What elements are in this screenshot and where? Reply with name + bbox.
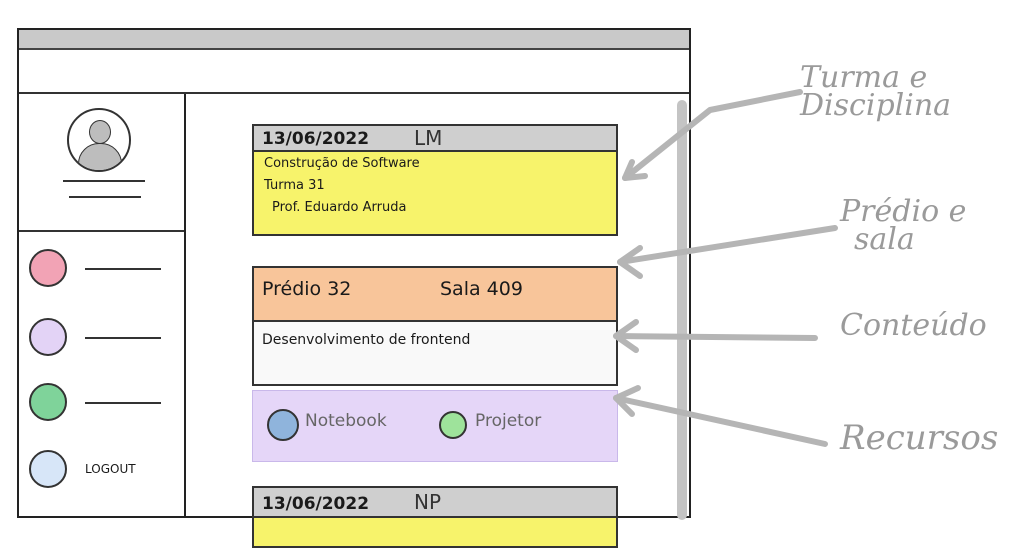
arrow-recursos bbox=[613, 395, 828, 447]
arrow-conteudo bbox=[613, 333, 818, 341]
annotation-predio-line2: sala bbox=[854, 222, 915, 257]
annotation-recursos: Recursos bbox=[840, 418, 999, 458]
annotation-turma-line2: Disciplina bbox=[800, 88, 952, 123]
annotation-conteudo: Conteúdo bbox=[840, 308, 987, 343]
annotation-turma: Turma e Disciplina bbox=[800, 63, 952, 123]
annotation-predio: Prédio e sala bbox=[840, 197, 966, 257]
arrow-predio bbox=[617, 225, 838, 265]
arrow-turma bbox=[622, 89, 803, 181]
